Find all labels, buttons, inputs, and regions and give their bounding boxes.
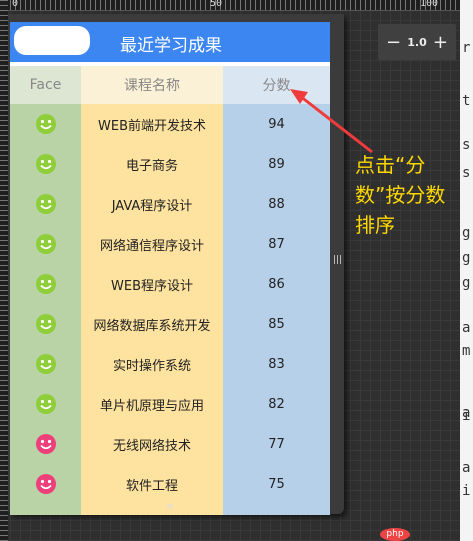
course-score: 89 <box>268 156 285 172</box>
header-course-name: 课程名称 <box>81 66 223 104</box>
app-header: 最近学习成果 <box>10 22 330 62</box>
course-score: 87 <box>268 236 285 252</box>
zoom-control: − 1.0 + <box>378 24 456 60</box>
horizontal-ruler: 0 50 100 <box>0 0 473 11</box>
header-face: Face <box>10 66 81 104</box>
side-panel-char: i <box>462 408 471 424</box>
side-panel-char: g <box>462 275 471 291</box>
header-score-sort[interactable]: 分数 <box>223 66 330 104</box>
table-row: 网络通信程序设计 87 <box>10 224 330 264</box>
table-row: JAVA程序设计 88 <box>10 184 330 224</box>
table-row: WEB程序设计 86 <box>10 264 330 304</box>
header-pill-button[interactable] <box>14 26 90 55</box>
side-panel-char: a <box>462 320 471 336</box>
course-name: 网络通信程序设计 <box>99 238 204 254</box>
course-name: 无线网络技术 <box>112 438 191 454</box>
course-name: JAVA程序设计 <box>111 198 193 214</box>
table-row: 软件工程 75 <box>10 464 330 504</box>
sad-face-icon <box>10 464 81 504</box>
zoom-out-button[interactable]: − <box>386 32 401 53</box>
side-panel-char: r <box>462 40 471 56</box>
happy-face-icon <box>10 144 81 184</box>
side-panel-char: i <box>462 483 471 499</box>
table-row: 单片机原理与应用 82 <box>10 384 330 424</box>
course-name: WEB前端开发技术 <box>98 118 206 134</box>
resize-handle-right[interactable]: ||| <box>333 254 342 266</box>
happy-face-icon <box>10 344 81 384</box>
ruler-mark: 100 <box>420 0 439 9</box>
happy-face-icon <box>10 384 81 424</box>
course-score: 75 <box>268 476 285 492</box>
course-name: 实时操作系统 <box>112 358 191 374</box>
zoom-in-button[interactable]: + <box>433 32 448 53</box>
happy-face-icon <box>10 184 81 224</box>
side-panel-char: t <box>462 93 471 109</box>
course-score: 86 <box>268 276 285 292</box>
side-panel-char: a <box>462 460 471 476</box>
happy-face-icon <box>10 264 81 304</box>
course-score: 83 <box>268 356 285 372</box>
table-row: 实时操作系统 83 <box>10 344 330 384</box>
side-panel-char: g <box>462 250 471 266</box>
course-name: WEB程序设计 <box>111 278 193 294</box>
table-row: 电子商务 89 <box>10 144 330 184</box>
course-score: 85 <box>268 316 285 332</box>
device-frame: 最近学习成果 Face 课程名称 分数 WEB前端开发技术 94 电子商务 89 JAV… <box>8 14 344 515</box>
vertical-ruler <box>0 0 8 541</box>
page-title: 最近学习成果 <box>120 36 222 56</box>
course-name: 单片机原理与应用 <box>99 398 204 414</box>
course-score: 94 <box>268 116 285 132</box>
course-score: 82 <box>268 396 285 412</box>
resize-handle-bottom[interactable]: ≡ <box>163 502 177 512</box>
happy-face-icon <box>10 304 81 344</box>
happy-face-icon <box>10 104 81 144</box>
annotation-text: 点击“分数”按分数排序 <box>355 153 446 237</box>
app-screen: 最近学习成果 Face 课程名称 分数 WEB前端开发技术 94 电子商务 89 JAV… <box>10 22 330 515</box>
table-row: 无线网络技术 77 <box>10 424 330 464</box>
side-panel-char: m <box>462 343 471 359</box>
sad-face-icon <box>10 424 81 464</box>
happy-face-icon <box>10 224 81 264</box>
course-name: 电子商务 <box>125 158 178 174</box>
table-row: WEB前端开发技术 94 <box>10 104 330 144</box>
course-name: 软件工程 <box>125 478 178 494</box>
zoom-level: 1.0 <box>407 35 427 49</box>
table-row: 网络数据库系统开发 85 <box>10 304 330 344</box>
course-name: 网络数据库系统开发 <box>93 318 211 334</box>
course-score: 88 <box>268 196 285 212</box>
course-score: 77 <box>268 436 285 452</box>
ruler-mark: 0 <box>12 0 19 9</box>
ruler-mark: 50 <box>210 0 223 9</box>
php-logo: php <box>380 528 410 541</box>
